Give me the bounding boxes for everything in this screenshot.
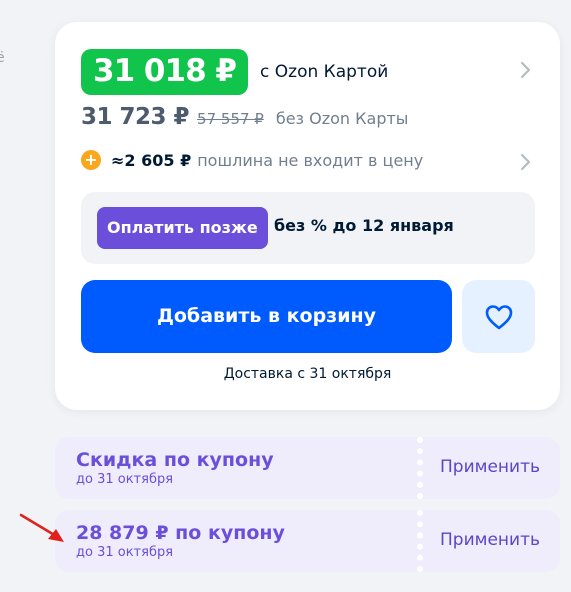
apply-coupon-button[interactable]: Применить <box>440 530 540 550</box>
ozon-card-price-row[interactable]: 31 018 ₽ с Ozon Картой <box>81 49 388 95</box>
price-card: 31 018 ₽ с Ozon Картой 31 723 ₽ 57 557 ₽… <box>55 22 560 410</box>
old-price: 57 557 ₽ <box>197 110 264 128</box>
red-arrow-annotation <box>19 513 64 542</box>
regular-price: 31 723 ₽ <box>81 104 190 130</box>
coupon-title: Скидка по купону <box>76 449 274 471</box>
coupon-item[interactable]: Скидка по купону до 31 октября Применить <box>55 437 560 499</box>
pay-later-button[interactable]: Оплатить позже <box>97 207 268 249</box>
delivery-date: Доставка с 31 октября <box>223 366 392 382</box>
duty-row[interactable]: + ≈2 605 ₽ пошлина не входит в цену <box>81 150 423 170</box>
ozon-card-price: 31 018 ₽ <box>81 49 249 95</box>
add-to-cart-button[interactable]: Добавить в корзину <box>81 280 452 353</box>
apply-coupon-button[interactable]: Применить <box>440 457 540 477</box>
favorite-button[interactable] <box>462 280 535 353</box>
ozon-card-label: с Ozon Картой <box>260 62 389 82</box>
chevron-right-icon[interactable] <box>520 60 532 84</box>
pay-later-terms: без % до 12 января <box>274 216 454 235</box>
plus-circle-icon: + <box>81 150 101 170</box>
coupon-item[interactable]: 28 879 ₽ по купону до 31 октября Примени… <box>55 510 560 572</box>
duty-label: пошлина не входит в цену <box>197 150 424 170</box>
cut-off-text: ё <box>0 50 5 66</box>
coupon-divider <box>417 437 423 499</box>
chevron-right-icon[interactable] <box>520 152 532 176</box>
coupon-expiry: до 31 октября <box>76 472 174 487</box>
pay-later-panel: Оплатить позже без % до 12 января <box>81 192 535 264</box>
coupon-expiry: до 31 октября <box>76 545 174 560</box>
heart-icon <box>485 304 512 329</box>
regular-price-row: 31 723 ₽ 57 557 ₽ без Ozon Карты <box>81 104 408 130</box>
duty-value: ≈2 605 ₽ <box>111 150 192 170</box>
regular-price-label: без Ozon Карты <box>275 109 409 128</box>
coupon-divider <box>417 510 423 572</box>
coupon-title: 28 879 ₽ по купону <box>76 522 285 544</box>
